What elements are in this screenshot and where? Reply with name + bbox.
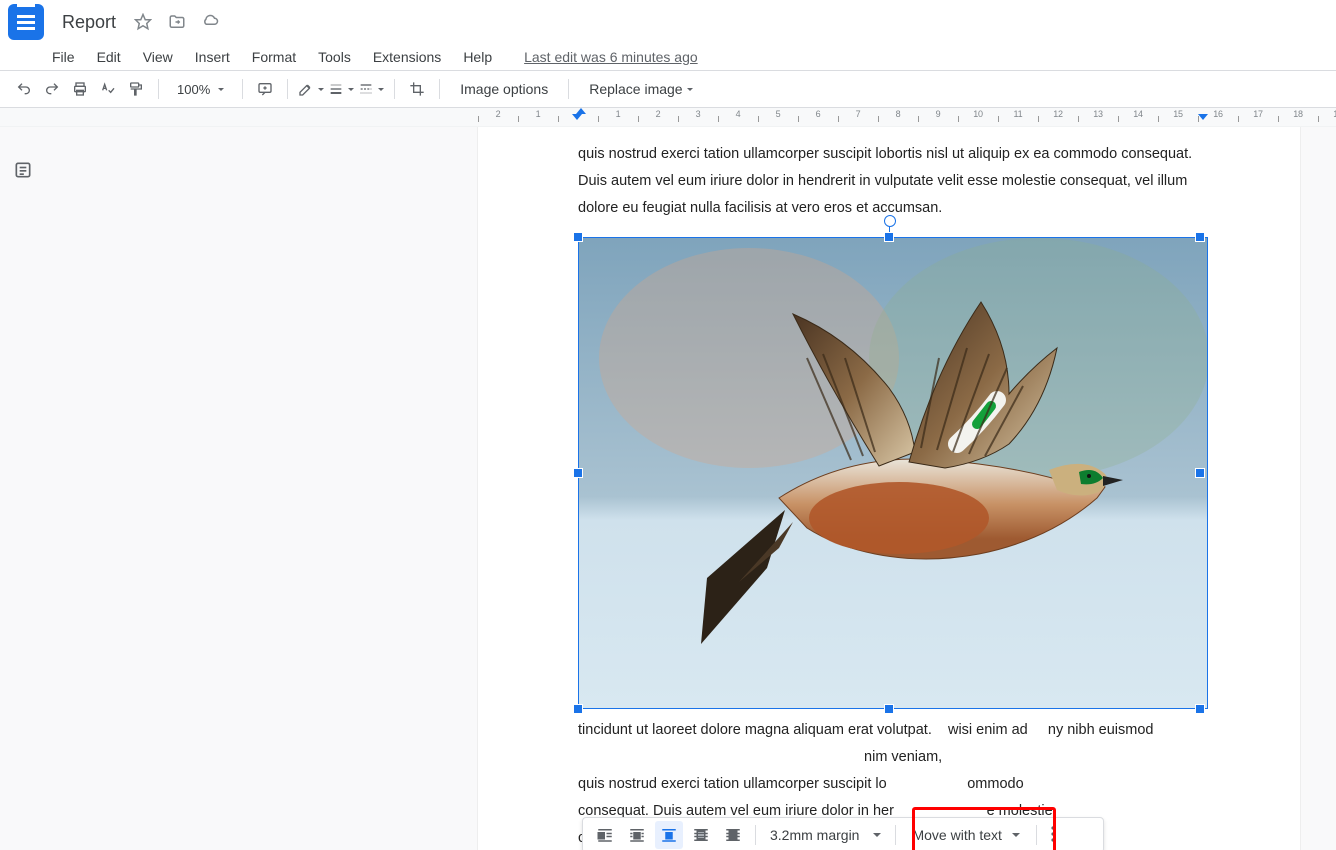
- menu-bar: File Edit View Insert Format Tools Exten…: [0, 44, 1336, 70]
- position-mode-dropdown[interactable]: Move with text: [902, 827, 1029, 843]
- wrap-front-button[interactable]: [719, 821, 747, 849]
- resize-handle[interactable]: [1196, 469, 1204, 477]
- menu-tools[interactable]: Tools: [318, 49, 351, 65]
- star-icon[interactable]: [134, 13, 156, 28]
- resize-handle[interactable]: [885, 705, 893, 713]
- paint-format-button[interactable]: [124, 77, 148, 101]
- image-options-button[interactable]: Image options: [450, 81, 558, 97]
- wrap-behind-button[interactable]: [687, 821, 715, 849]
- toolbar: 100% Image options Replace image: [0, 71, 1336, 108]
- document-title[interactable]: Report: [62, 12, 116, 33]
- image-context-toolbar: 3.2mm margin Move with text: [582, 817, 1104, 850]
- wrap-break-button[interactable]: [655, 821, 683, 849]
- crop-button[interactable]: [405, 77, 429, 101]
- menu-help[interactable]: Help: [463, 49, 492, 65]
- docs-logo[interactable]: [8, 4, 44, 40]
- border-color-button[interactable]: [298, 77, 324, 101]
- more-options-button[interactable]: [1043, 826, 1063, 845]
- outline-toggle-icon[interactable]: [10, 157, 36, 183]
- redo-button[interactable]: [40, 77, 64, 101]
- border-dash-button[interactable]: [358, 77, 384, 101]
- cloud-status-icon[interactable]: [201, 13, 219, 28]
- zoom-select[interactable]: 100%: [169, 82, 232, 97]
- move-to-folder-icon[interactable]: [168, 13, 190, 28]
- add-comment-button[interactable]: [253, 77, 277, 101]
- paragraph-text: quis nostrud exerci tation ullamcorper s…: [578, 141, 1200, 221]
- menu-format[interactable]: Format: [252, 49, 296, 65]
- menu-extensions[interactable]: Extensions: [373, 49, 441, 65]
- menu-insert[interactable]: Insert: [195, 49, 230, 65]
- resize-handle[interactable]: [574, 469, 582, 477]
- spellcheck-button[interactable]: [96, 77, 120, 101]
- print-button[interactable]: [68, 77, 92, 101]
- wrap-inline-button[interactable]: [591, 821, 619, 849]
- resize-handle[interactable]: [1196, 233, 1204, 241]
- horizontal-ruler[interactable]: 2112345678910111213141516171819: [0, 108, 1336, 127]
- document-canvas[interactable]: quis nostrud exerci tation ullamcorper s…: [478, 127, 1300, 850]
- last-edit-link[interactable]: Last edit was 6 minutes ago: [524, 49, 698, 65]
- resize-handle[interactable]: [574, 705, 582, 713]
- margin-dropdown[interactable]: 3.2mm margin: [762, 827, 889, 843]
- menu-file[interactable]: File: [52, 49, 75, 65]
- rotate-handle[interactable]: [884, 215, 896, 227]
- border-weight-button[interactable]: [328, 77, 354, 101]
- resize-handle[interactable]: [885, 233, 893, 241]
- wrap-text-button[interactable]: [623, 821, 651, 849]
- resize-handle[interactable]: [1196, 705, 1204, 713]
- undo-button[interactable]: [12, 77, 36, 101]
- menu-edit[interactable]: Edit: [97, 49, 121, 65]
- selected-image[interactable]: [578, 237, 1200, 709]
- replace-image-button[interactable]: Replace image: [579, 81, 702, 97]
- menu-view[interactable]: View: [143, 49, 173, 65]
- resize-handle[interactable]: [574, 233, 582, 241]
